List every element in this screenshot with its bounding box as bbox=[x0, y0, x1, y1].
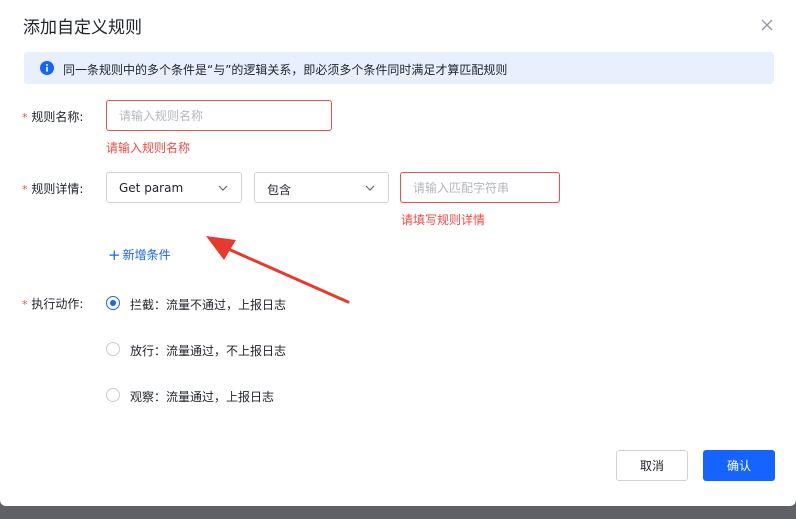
rule-name-input[interactable] bbox=[107, 101, 331, 130]
radio-observe-label: 观察：流量通过，上报日志 bbox=[130, 390, 275, 404]
add-condition-label: 新增条件 bbox=[122, 248, 171, 262]
radio-allow-label: 放行：流量通过，不上报日志 bbox=[130, 344, 287, 358]
chevron-down-icon bbox=[365, 185, 375, 191]
rule-detail-label: * 规则详情: bbox=[22, 180, 83, 197]
rule-name-label-text: 规则名称: bbox=[31, 110, 84, 124]
required-mark: * bbox=[22, 298, 28, 311]
plus-icon: + bbox=[108, 246, 121, 264]
radio-circle[interactable] bbox=[106, 296, 120, 310]
radio-circle[interactable] bbox=[106, 342, 120, 356]
rule-detail-label-text: 规则详情: bbox=[31, 182, 84, 196]
rule-name-input-box[interactable] bbox=[106, 100, 332, 131]
action-label: * 执行动作: bbox=[22, 295, 83, 312]
operator-select-value: 包含 bbox=[267, 183, 292, 197]
rule-name-label: * 规则名称: bbox=[22, 108, 83, 125]
close-icon[interactable] bbox=[756, 14, 778, 36]
annotation-arrow bbox=[206, 236, 350, 304]
info-icon bbox=[40, 61, 54, 75]
add-custom-rule-dialog: 添加自定义规则 同一条规则中的多个条件是“与”的逻辑关系，即必须多个条件同时满足… bbox=[0, 0, 796, 506]
radio-circle[interactable] bbox=[106, 388, 120, 402]
required-mark: * bbox=[22, 111, 28, 124]
rule-name-error: 请输入规则名称 bbox=[106, 141, 191, 155]
required-mark: * bbox=[22, 183, 28, 196]
rule-detail-error: 请填写规则详情 bbox=[401, 213, 486, 227]
action-label-text: 执行动作: bbox=[31, 297, 84, 311]
chevron-down-icon bbox=[218, 185, 228, 191]
field-select[interactable]: Get param bbox=[106, 172, 242, 203]
match-string-input[interactable] bbox=[401, 173, 559, 202]
dialog-title: 添加自定义规则 bbox=[23, 18, 142, 38]
confirm-button[interactable]: 确认 bbox=[703, 450, 775, 481]
cancel-button[interactable]: 取消 bbox=[616, 450, 688, 481]
field-select-value: Get param bbox=[119, 181, 184, 195]
info-text: 同一条规则中的多个条件是“与”的逻辑关系，即必须多个条件同时满足才算匹配规则 bbox=[63, 63, 508, 77]
close-button[interactable] bbox=[756, 14, 778, 36]
add-condition-button[interactable]: + 新增条件 bbox=[108, 245, 171, 264]
info-banner: 同一条规则中的多个条件是“与”的逻辑关系，即必须多个条件同时满足才算匹配规则 bbox=[24, 52, 774, 84]
operator-select[interactable]: 包含 bbox=[254, 172, 389, 203]
match-string-input-box[interactable] bbox=[400, 172, 560, 203]
